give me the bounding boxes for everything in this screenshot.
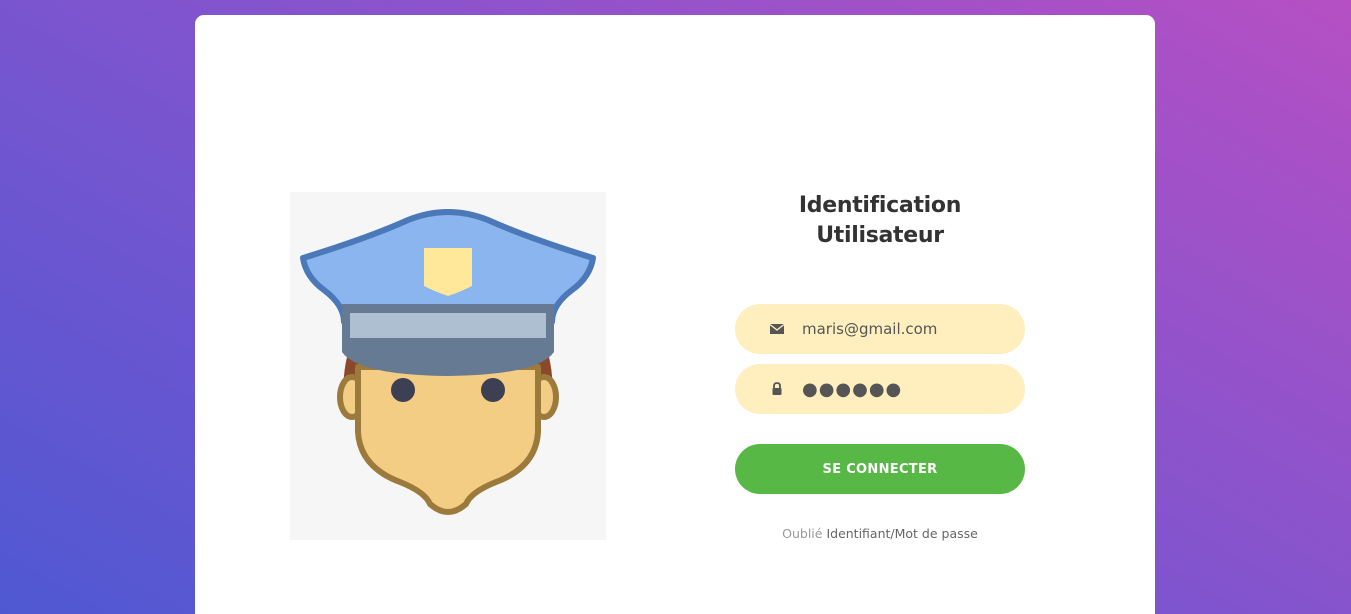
cap-band	[350, 313, 546, 338]
forgot-credentials: Oublié Identifiant/Mot de passe	[735, 526, 1025, 541]
login-form: Identification Utilisateur SE CONNECTER …	[735, 191, 1025, 541]
forgot-credentials-link[interactable]: Identifiant/Mot de passe	[826, 526, 977, 541]
police-officer-illustration	[290, 192, 606, 540]
login-button[interactable]: SE CONNECTER	[735, 444, 1025, 494]
form-title-line1: Identification	[798, 193, 962, 218]
login-card: Identification Utilisateur SE CONNECTER …	[195, 15, 1155, 614]
eye-left	[391, 378, 415, 402]
lock-icon	[772, 382, 782, 395]
form-title: Identification Utilisateur	[735, 191, 1025, 251]
face	[355, 364, 541, 515]
email-field[interactable]	[735, 304, 1025, 354]
forgot-prefix: Oublié	[782, 526, 823, 541]
password-field[interactable]	[735, 364, 1025, 414]
cap-badge	[424, 248, 472, 296]
form-title-line2: Utilisateur	[816, 223, 944, 248]
password-input[interactable]	[802, 364, 1012, 414]
envelope-icon	[769, 323, 785, 334]
eye-right	[481, 378, 505, 402]
email-input[interactable]	[802, 304, 1012, 354]
